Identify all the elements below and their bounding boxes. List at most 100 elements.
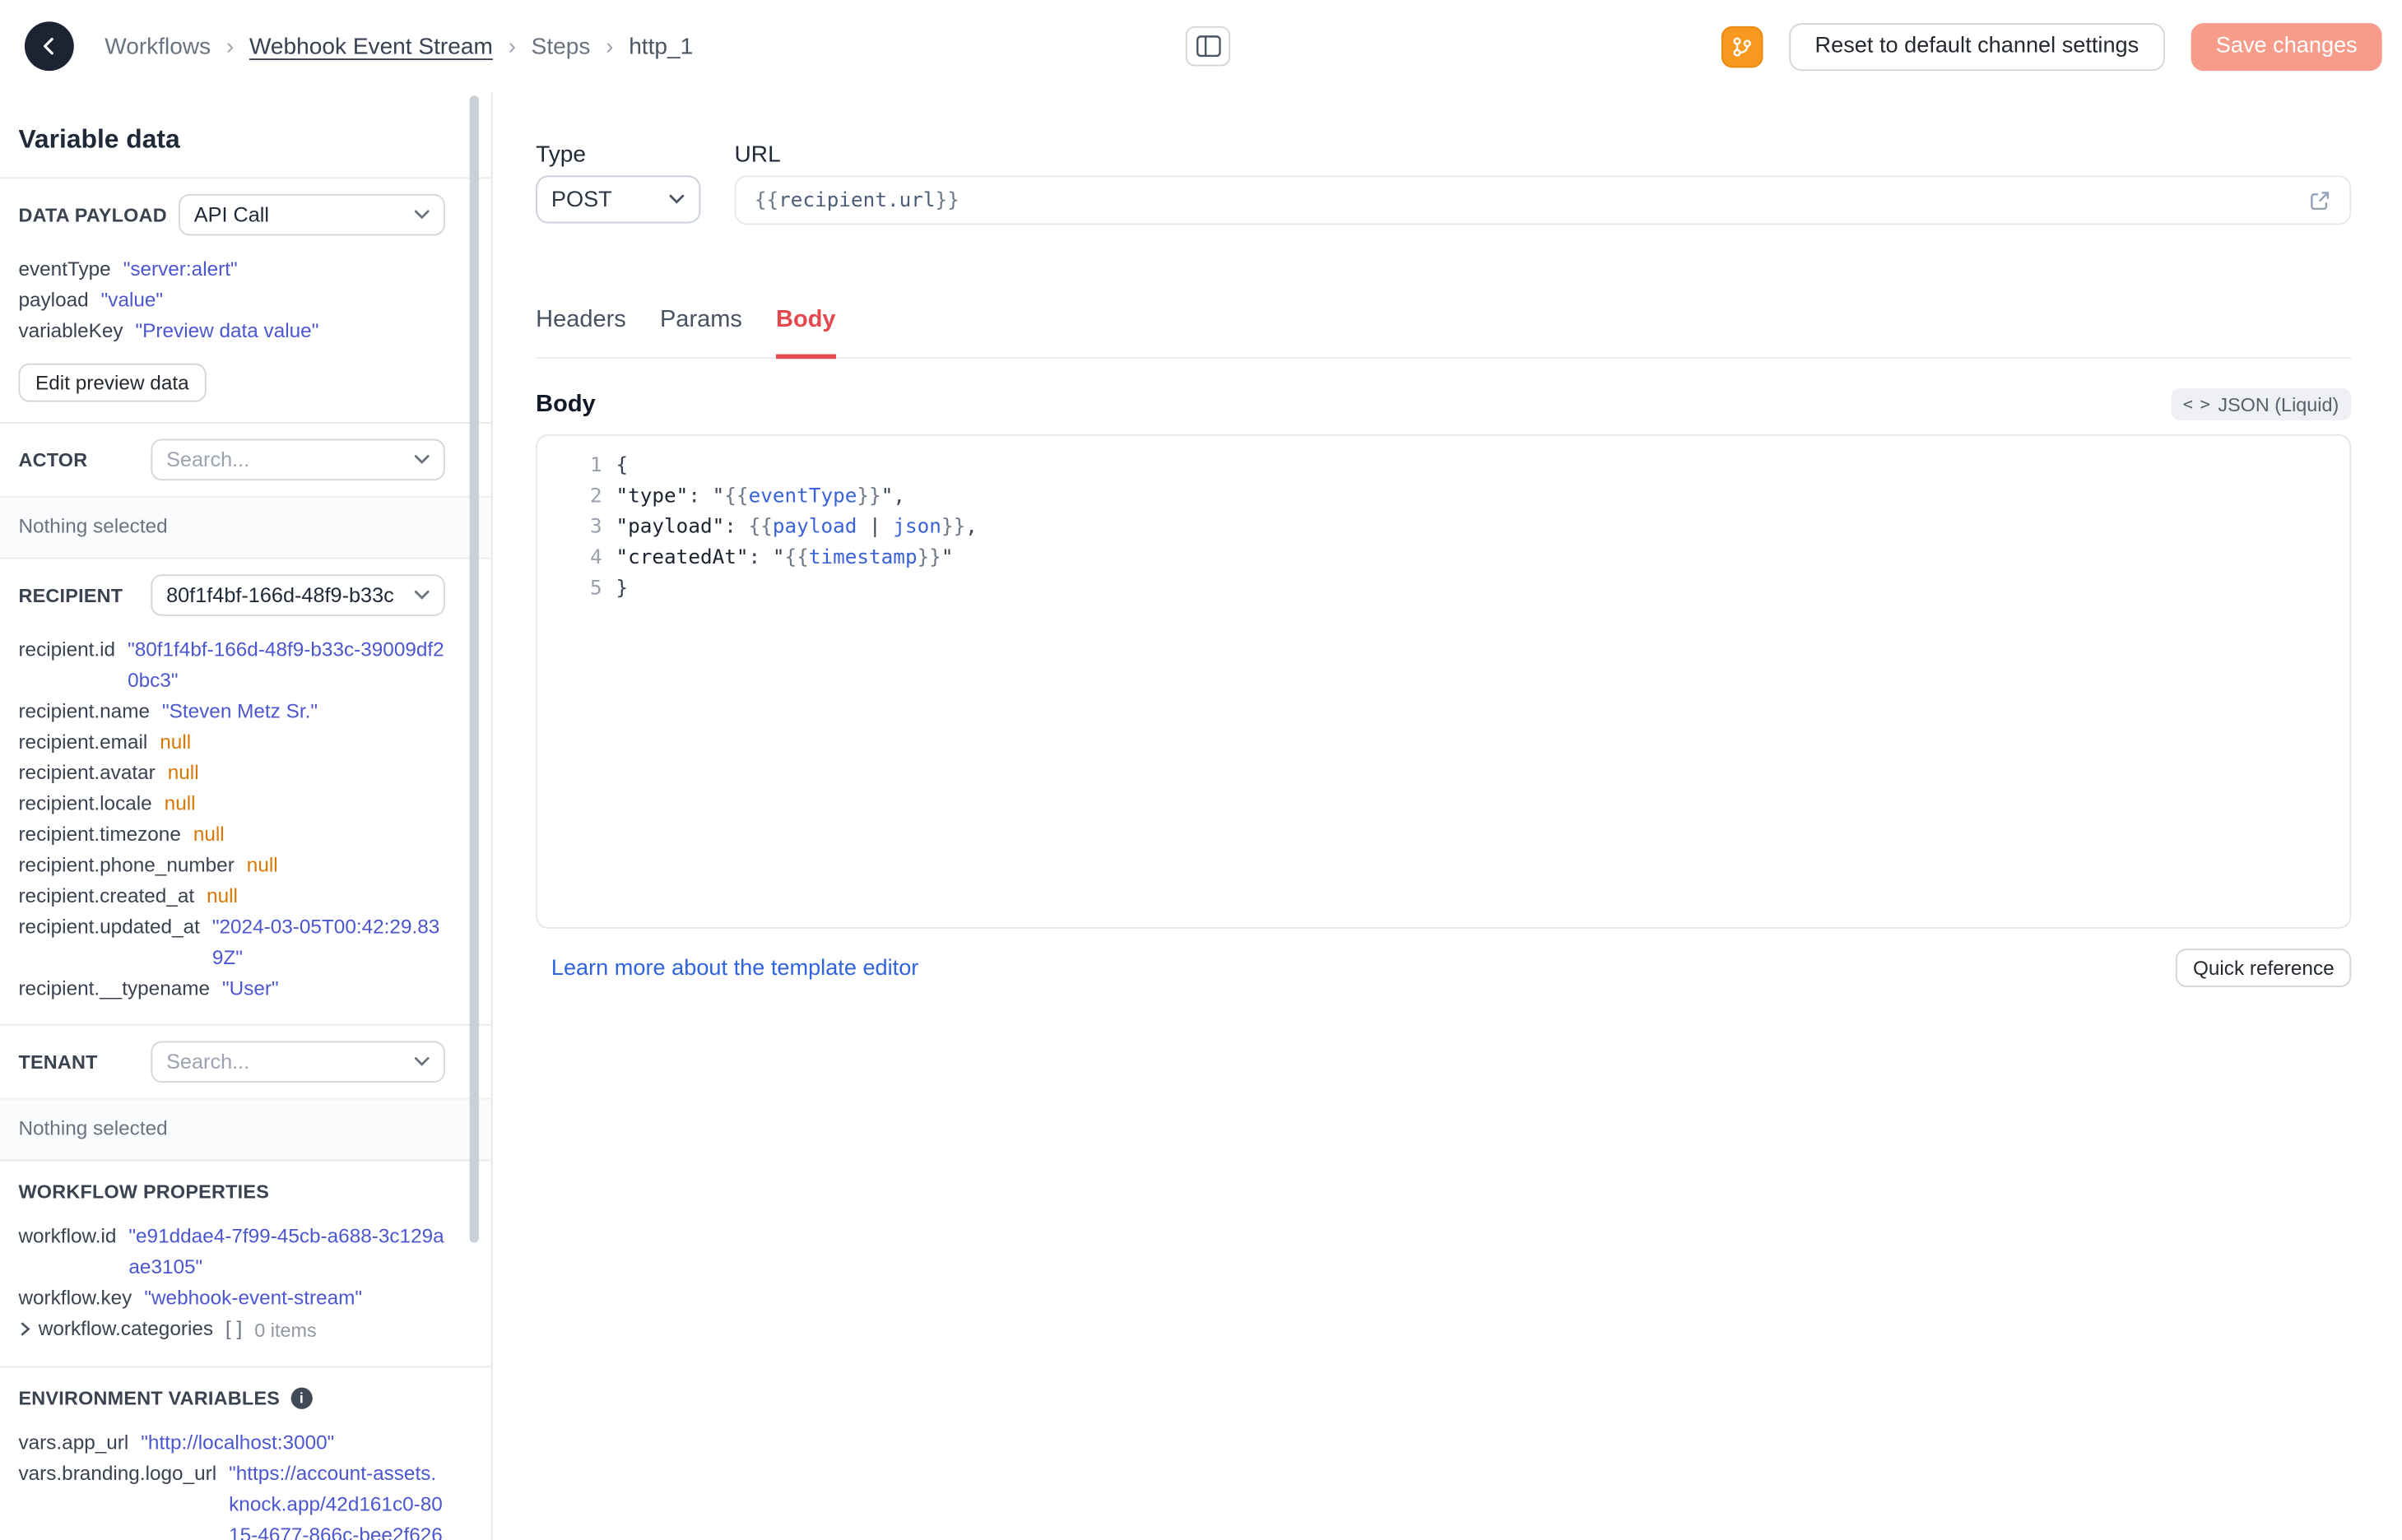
template-editor-docs-link[interactable]: Learn more about the template editor xyxy=(551,956,918,981)
save-changes-button[interactable]: Save changes xyxy=(2191,22,2382,71)
code-text: } xyxy=(616,578,629,601)
url-value: {{recipient.url}} xyxy=(754,188,959,212)
kv-row: recipient.avatar null xyxy=(0,758,491,788)
kv-value: "https://account-assets.knock.app/42d161… xyxy=(229,1461,443,1540)
actor-label: ACTOR xyxy=(18,448,88,471)
kv-value: "server:alert" xyxy=(123,257,238,281)
url-input[interactable]: {{recipient.url}} xyxy=(734,175,2352,225)
tenant-section: TENANT Search... Nothing selected xyxy=(0,1023,491,1160)
breadcrumb-item-workflows[interactable]: Workflows xyxy=(105,33,211,59)
kv-value: "80f1f4bf-166d-48f9-b33c-39009df20bc3" xyxy=(128,638,444,692)
sidebar-scrollbar[interactable] xyxy=(469,95,479,1243)
recipient-select[interactable]: 80f1f4bf-166d-48f9-b33c xyxy=(151,574,445,616)
kv-row: recipient.updated_at "2024-03-05T00:42:29… xyxy=(0,911,491,973)
back-button[interactable] xyxy=(24,21,74,72)
http-method-select[interactable]: POST xyxy=(536,175,701,224)
actor-search-select[interactable]: Search... xyxy=(151,438,445,481)
format-badge: < > JSON (Liquid) xyxy=(2170,387,2352,421)
line-number: 2 xyxy=(589,485,602,508)
info-icon[interactable]: i xyxy=(290,1387,313,1409)
environment-variables-label: ENVIRONMENT VARIABLES xyxy=(18,1387,281,1409)
code-line: 2 "type": "{{eventType}}", xyxy=(537,482,2349,513)
code-line: 5} xyxy=(537,574,2349,605)
workflow-properties-list: workflow.id "e91ddae4-7f99-45cb-a688-3c12… xyxy=(0,1221,491,1346)
kv-value: "2024-03-05T00:42:29.839Z" xyxy=(211,914,440,969)
tab-params[interactable]: Params xyxy=(660,307,742,359)
breadcrumb-item-webhook-event-stream[interactable]: Webhook Event Stream xyxy=(249,33,493,59)
format-badge-label: JSON (Liquid) xyxy=(2218,393,2339,415)
reset-channel-settings-button[interactable]: Reset to default channel settings xyxy=(1788,22,2166,71)
kv-key: recipient.timezone xyxy=(18,822,181,846)
body-section-header: Body < > JSON (Liquid) xyxy=(536,387,2352,421)
line-number: 1 xyxy=(589,454,602,478)
type-label: Type xyxy=(536,141,587,169)
tenant-search-select[interactable]: Search... xyxy=(151,1041,445,1083)
workflow-step-editor: Workflows › Webhook Event Stream › Steps › htt… xyxy=(0,0,2402,1540)
kv-key: recipient.avatar xyxy=(18,760,156,784)
tab-headers[interactable]: Headers xyxy=(536,307,626,359)
kv-row: vars.app_url "http://localhost:3000" xyxy=(0,1427,491,1458)
kv-value: "webhook-event-stream" xyxy=(144,1286,363,1310)
arrow-left-icon xyxy=(44,37,53,55)
kv-row: recipient.name "Steven Metz Sr." xyxy=(0,696,491,726)
recipient-selected-value: 80f1f4bf-166d-48f9-b33c xyxy=(166,583,394,607)
tenant-empty-state: Nothing selected xyxy=(0,1097,491,1160)
kv-key: recipient.updated_at xyxy=(18,914,200,939)
kv-row: recipient.locale null xyxy=(0,788,491,819)
code-text: "payload": {{payload | json}}, xyxy=(616,516,978,540)
request-tabs: Headers Params Body xyxy=(536,307,2352,359)
environment-variables-section: ENVIRONMENT VARIABLES i vars.app_url "htt… xyxy=(0,1366,491,1540)
workflow-properties-section: WORKFLOW PROPERTIES workflow.id "e91ddae4… xyxy=(0,1159,491,1366)
body-template-editor[interactable]: 1{ 2 "type": "{{eventType}}", 3 "payload": {… xyxy=(536,434,2352,929)
code-brackets-icon: < > xyxy=(2182,394,2210,415)
kv-value: [ ] xyxy=(225,1316,243,1340)
kv-key: vars.app_url xyxy=(18,1431,129,1454)
kv-key: recipient.phone_number xyxy=(18,853,235,877)
actor-search-placeholder: Search... xyxy=(166,448,250,471)
breadcrumb-separator: › xyxy=(606,33,614,60)
topbar: Workflows › Webhook Event Stream › Steps › htt… xyxy=(0,0,2402,93)
kv-row: recipient.id "80f1f4bf-166d-48f9-b33c-390… xyxy=(0,634,491,696)
code-text: "type": "{{eventType}}", xyxy=(616,485,906,508)
code-line: 1{ xyxy=(537,451,2349,481)
data-payload-select[interactable]: API Call xyxy=(179,193,445,236)
kv-key: vars.branding.logo_url xyxy=(18,1461,217,1485)
kv-key: recipient.created_at xyxy=(18,884,195,907)
recipient-properties-list: recipient.id "80f1f4bf-166d-48f9-b33c-390… xyxy=(0,634,491,1004)
request-config-row: Type POST URL {{recipient.url}} xyxy=(536,141,2352,225)
pending-changes-badge[interactable] xyxy=(1721,25,1763,67)
actor-empty-text: Nothing selected xyxy=(18,514,168,538)
variable-data-panel: Variable data DATA PAYLOAD API Call even… xyxy=(0,92,493,1540)
type-field: Type POST xyxy=(536,141,701,225)
kv-row: payload "value" xyxy=(0,285,491,315)
kv-key: recipient.name xyxy=(18,698,151,722)
chevron-right-icon[interactable] xyxy=(18,1314,32,1344)
kv-value: null xyxy=(207,884,238,907)
code-lines: 1{ 2 "type": "{{eventType}}", 3 "payload": {… xyxy=(537,451,2349,605)
breadcrumb-item-http_1: http_1 xyxy=(629,33,694,60)
tab-body[interactable]: Body xyxy=(776,307,836,359)
kv-key: eventType xyxy=(18,257,111,281)
external-link-icon[interactable] xyxy=(2308,188,2331,211)
kv-value: "e91ddae4-7f99-45cb-a688-3c129aae3105" xyxy=(128,1224,444,1278)
kv-value: "http://localhost:3000" xyxy=(141,1431,335,1454)
kv-value: null xyxy=(164,791,196,815)
environment-variables-list: vars.app_url "http://localhost:3000" vars.… xyxy=(0,1427,491,1540)
edit-preview-data-button[interactable]: Edit preview data xyxy=(18,363,207,402)
code-line: 3 "payload": {{payload | json}}, xyxy=(537,513,2349,543)
quick-reference-button[interactable]: Quick reference xyxy=(2176,949,2352,987)
recipient-label: RECIPIENT xyxy=(18,584,123,606)
sidebar-toggle-button[interactable] xyxy=(1185,26,1231,67)
actor-section: ACTOR Search... Nothing selected xyxy=(0,421,491,558)
kv-value: "Steven Metz Sr." xyxy=(161,698,318,722)
kv-row: recipient.created_at null xyxy=(0,881,491,911)
editor-footer: Learn more about the template editor Qui… xyxy=(536,949,2352,987)
breadcrumb-item-steps: Steps xyxy=(531,33,591,60)
data-payload-selected-value: API Call xyxy=(193,203,270,227)
payload-variables-list: eventType "server:alert" payload "value" var… xyxy=(0,254,491,346)
http-method-value: POST xyxy=(551,187,612,212)
kv-row: workflow.categories [ ] 0 items xyxy=(0,1314,491,1346)
http-step-config: Type POST URL {{recipient.url}} Headers … xyxy=(493,92,2402,1540)
kv-row: recipient.timezone null xyxy=(0,819,491,850)
tenant-label: TENANT xyxy=(18,1051,98,1073)
